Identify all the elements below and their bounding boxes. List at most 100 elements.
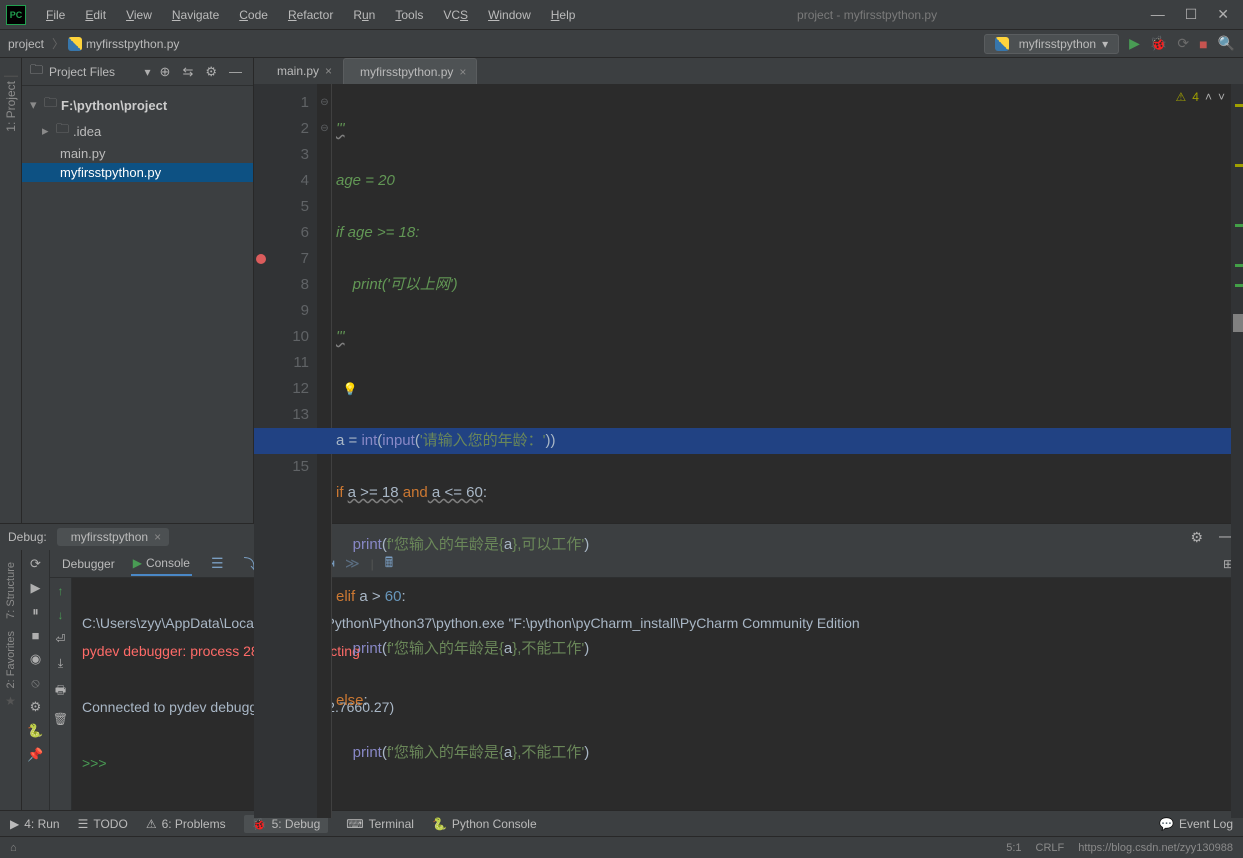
menu-help[interactable]: Help [543,4,584,26]
mute-breakpoints-icon[interactable]: ⦸ [31,675,39,691]
tool-todo[interactable]: ☰TODO [78,817,128,831]
minimize-icon[interactable]: — [1151,6,1165,23]
menu-refactor[interactable]: Refactor [280,4,341,26]
resume-icon[interactable]: ▶ [31,580,41,596]
python-icon [68,37,82,51]
tool-project[interactable]: 1: Project [4,76,18,136]
prev-icon[interactable]: ˄ [1205,90,1212,104]
hide-icon[interactable]: — [226,64,245,79]
project-panel-title[interactable]: Project Files [49,65,138,79]
run-icon[interactable]: ▶ [1129,35,1140,52]
scroll-end-icon[interactable]: ⤓ [58,656,63,671]
locate-icon[interactable]: ⊕ [157,64,174,80]
tree-main[interactable]: main.py [22,144,253,163]
tool-run[interactable]: ▶4: Run [10,817,60,831]
play-icon: ▶ [10,817,19,831]
tree-root[interactable]: ▾🗀F:\python\project [22,92,253,118]
gear-icon[interactable]: ⚙ [202,64,220,80]
debug-side-toolbar: ⟳ ▶ ⏸ ■ ◉ ⦸ ⚙ 🐍 📌 [22,550,50,810]
app-logo: PC [6,5,26,25]
editor-body[interactable]: 123456789101112131415 ⊖⊖ ''' age = 20 if… [254,84,1243,818]
run-configuration[interactable]: myfirsstpython ▾ [984,34,1119,54]
tool-python-console[interactable]: 🐍Python Console [432,817,537,831]
tab-myfirst[interactable]: myfirsstpython.py× [343,58,477,84]
current-line: a = int(input('请输入您的年龄：')) [254,428,1231,454]
error-stripe[interactable] [1231,84,1243,818]
menu-file[interactable]: File [38,4,73,26]
warning-icon: ⚠ [1176,90,1187,104]
up-icon[interactable]: ↑ [58,584,64,598]
pause-icon[interactable]: ⏸ [32,604,39,620]
project-panel: 🗀 Project Files ▾ ⊕ ⇆ ⚙ — ▾🗀F:\python\pr… [22,58,254,523]
tool-favorites[interactable]: 2: Favorites [5,631,17,688]
next-icon[interactable]: ˅ [1218,90,1225,104]
folder-icon: 🗀 [30,61,43,83]
debug-config[interactable]: myfirsstpython × [57,528,169,546]
menu-view[interactable]: View [118,4,160,26]
python-icon[interactable]: 🐍 [27,723,43,739]
project-panel-header: 🗀 Project Files ▾ ⊕ ⇆ ⚙ — [22,58,253,86]
tab-debugger[interactable]: Debugger [60,553,117,575]
down-icon[interactable]: ↓ [58,608,64,622]
close-icon[interactable]: ✕ [1217,6,1229,23]
menu-vcs[interactable]: VCS [435,4,476,26]
close-icon[interactable]: × [459,65,466,79]
line-sep[interactable]: CRLF [1036,842,1065,854]
search-icon[interactable]: 🔍 [1218,35,1235,52]
title-bar: PC File Edit View Navigate Code Refactor… [0,0,1243,30]
stop-icon[interactable]: ■ [32,628,40,643]
clear-icon[interactable]: 🗑 [53,712,68,726]
evaluate-icon[interactable]: ≫ [340,555,365,572]
stop-icon[interactable]: ■ [1199,36,1207,52]
menu-edit[interactable]: Edit [77,4,114,26]
breadcrumb-file[interactable]: myfirsstpython.py [86,37,179,51]
tool-problems[interactable]: ⚠6: Problems [146,817,226,831]
left-tool-stripe-lower: 7: Structure 2: Favorites ★ [0,550,22,810]
chevron-down-icon[interactable]: ▾ [145,65,151,79]
tool-structure[interactable]: 7: Structure [5,562,17,619]
rerun-icon[interactable]: ⟳ [30,556,41,572]
left-tool-stripe: 1: Project [0,58,22,523]
maximize-icon[interactable]: ☐ [1185,6,1198,23]
menu-run[interactable]: Run [345,4,383,26]
tab-main[interactable]: main.py× [260,58,343,84]
breakpoint-icon[interactable] [256,254,266,264]
breadcrumb-project[interactable]: project [8,37,44,51]
menu-window[interactable]: Window [480,4,539,26]
project-tree: ▾🗀F:\python\project ▸🗀.idea main.py myfi… [22,86,253,188]
close-icon[interactable]: × [154,530,161,544]
pin-icon[interactable]: 📌 [27,747,43,763]
print-icon[interactable]: 🖶 [55,681,66,702]
breadcrumb-sep: 〉 [52,35,64,52]
menu-navigate[interactable]: Navigate [164,4,227,26]
coverage-icon[interactable]: ⟳ [1177,35,1189,52]
soft-wrap-icon[interactable]: ⏎ [55,632,65,646]
code-area[interactable]: ''' age = 20 if age >= 18: print('可以上网')… [332,84,1231,818]
tree-idea[interactable]: ▸🗀.idea [22,118,253,144]
play-icon: ▶ [133,556,142,570]
tree-myfirst[interactable]: myfirsstpython.py [22,163,253,182]
chevron-down-icon: ▾ [1102,37,1108,51]
inspection-widget[interactable]: ⚠4 ˄ ˅ [1176,90,1225,104]
close-icon[interactable]: × [325,64,332,78]
debug-icon[interactable]: 🐞 [1150,35,1167,52]
bubble-icon: 💬 [1159,817,1174,831]
debug-label: Debug: [8,530,47,544]
bulb-icon[interactable]: 💡 [336,382,358,396]
main-menu: File Edit View Navigate Code Refactor Ru… [38,4,583,26]
view-breakpoints-icon[interactable]: ◉ [30,651,41,667]
tool-event-log[interactable]: 💬Event Log [1159,817,1233,831]
tool-terminal[interactable]: ⌨Terminal [346,817,414,831]
editor-tabs: main.py× myfirsstpython.py× [254,58,1243,84]
tab-console[interactable]: ▶Console [131,552,192,576]
watermark-text: https://blog.csdn.net/zyy130988 [1078,842,1233,854]
bug-icon: 🐞 [252,817,267,831]
debug-tabs: Debugger ▶Console ☰ [50,550,239,578]
status-placeholder: ⌂ [10,842,17,854]
menu-tools[interactable]: Tools [387,4,431,26]
caret-position[interactable]: 5:1 [1006,842,1021,854]
menu-code[interactable]: Code [231,4,276,26]
collapse-icon[interactable]: ⇆ [179,64,196,80]
threads-icon[interactable]: ☰ [206,555,229,572]
settings-icon[interactable]: ⚙ [30,699,42,715]
